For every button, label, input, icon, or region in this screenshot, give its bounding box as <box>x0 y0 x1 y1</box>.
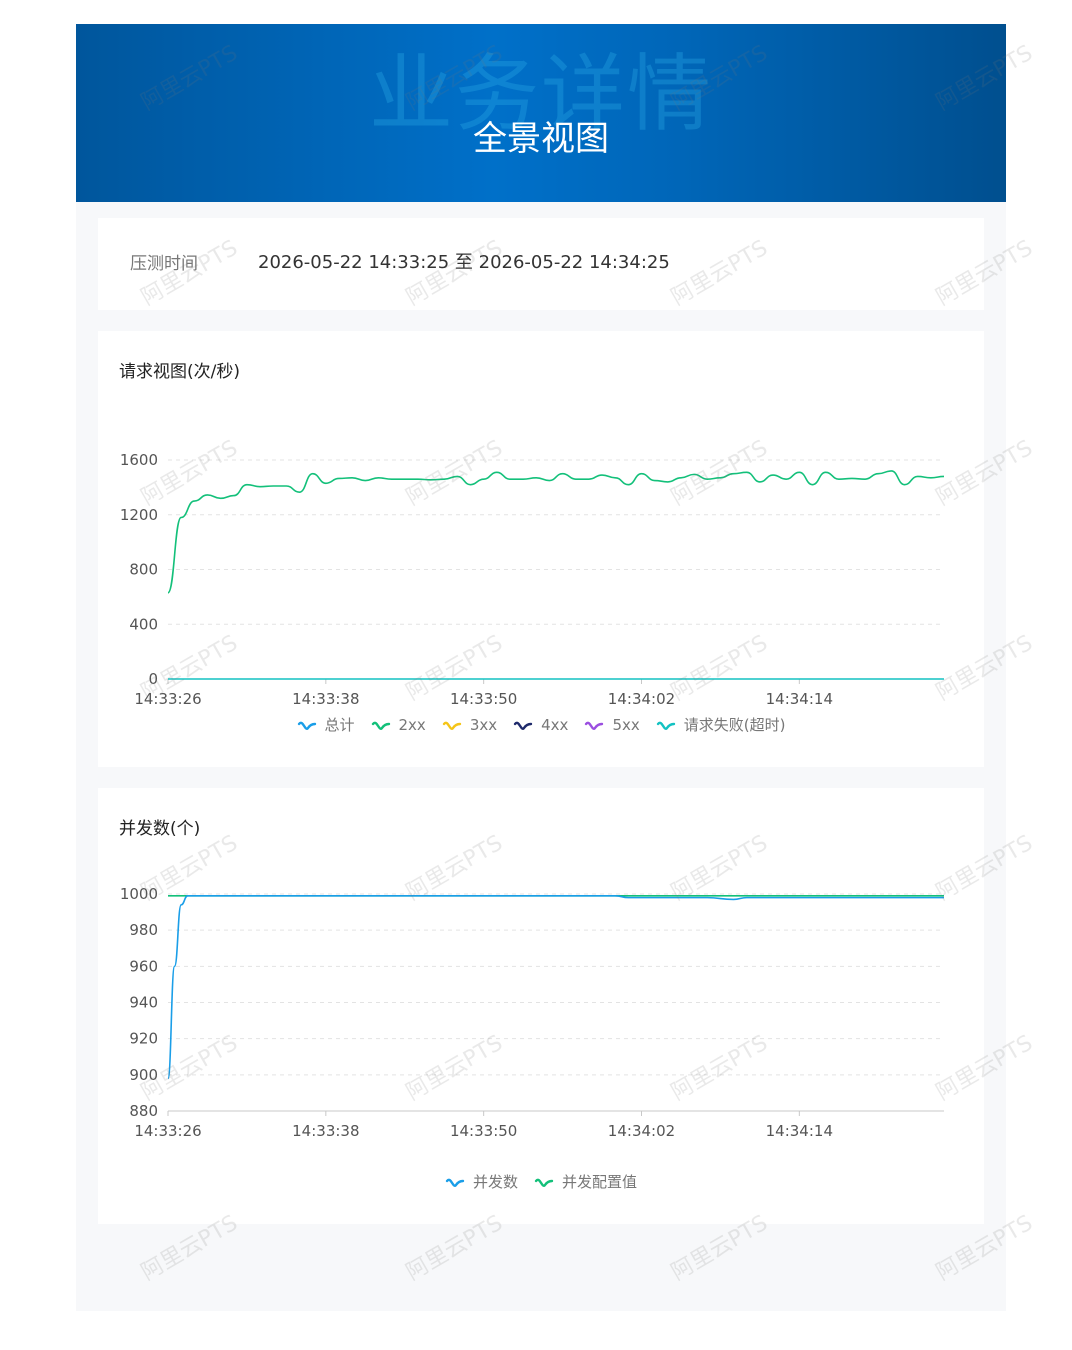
concurrency-y-tick-label: 980 <box>129 921 158 939</box>
request-x-tick-label: 14:33:50 <box>450 690 517 708</box>
request-chart-card: 请求视图(次/秒) 0 400 800 1200 1600 14:33:26 14:33:3… <box>98 331 984 767</box>
request-y-tick-label: 1200 <box>120 506 158 524</box>
request-legend-item[interactable]: 5xx <box>584 716 640 734</box>
request-x-tick-label: 14:33:38 <box>292 690 359 708</box>
concurrency-chart-legend: 并发数 并发配置值 <box>98 1171 984 1192</box>
request-x-tick-label: 14:33:26 <box>134 690 201 708</box>
concurrency-y-tick-label: 900 <box>129 1066 158 1084</box>
concurrency-legend-item[interactable]: 并发配置值 <box>534 1171 637 1192</box>
request-legend-item[interactable]: 3xx <box>442 716 497 734</box>
request-y-tick-label: 1600 <box>120 451 158 469</box>
request-chart-legend: 总计 2xx 3xx 4xx 5xx 请求失败(超时) <box>98 714 984 735</box>
request-legend-label: 4xx <box>541 716 569 734</box>
request-y-tick-label: 800 <box>129 561 158 579</box>
concurrency-legend-label: 并发数 <box>472 1173 518 1191</box>
legend-wave-icon <box>442 721 462 730</box>
legend-wave-icon <box>513 721 533 730</box>
request-series-line-2xx <box>167 470 945 594</box>
request-y-tick-label: 0 <box>148 670 158 688</box>
banner-title: 全景视图 <box>473 119 609 159</box>
request-legend-item[interactable]: 2xx <box>371 716 426 734</box>
request-x-tick-label: 14:34:14 <box>766 690 833 708</box>
legend-wave-icon <box>534 1178 554 1187</box>
legend-wave-icon <box>585 721 604 730</box>
concurrency-x-tick-label: 14:33:26 <box>134 1122 201 1140</box>
request-y-tick-label: 400 <box>129 615 158 633</box>
concurrency-y-tick-label: 1000 <box>120 885 158 903</box>
concurrency-x-tick-label: 14:33:50 <box>450 1122 517 1140</box>
request-legend-item[interactable]: 4xx <box>513 716 568 734</box>
request-legend-item[interactable]: 请求失败(超时) <box>656 714 786 735</box>
request-legend-label: 2xx <box>398 716 426 734</box>
legend-wave-icon <box>371 721 390 730</box>
test-time-label: 压测时间 <box>130 254 198 274</box>
concurrency-y-tick-label: 960 <box>129 957 158 975</box>
legend-wave-icon <box>445 1178 465 1187</box>
concurrency-chart-card: 并发数(个) 880 900 920 940 960 980 1000 14:33:26 14:… <box>98 788 984 1224</box>
concurrency-y-tick-label: 920 <box>129 1030 158 1048</box>
test-time-card: 压测时间 2026-05-22 14:33:25 至 2026-05-22 14… <box>98 218 984 310</box>
legend-wave-icon <box>297 721 316 730</box>
report-page: 业务详情 全景视图 压测时间 2026-05-22 14:33:25 至 202… <box>76 24 1006 1311</box>
banner-header: 业务详情 全景视图 <box>76 24 1006 202</box>
test-time-value: 2026-05-22 14:33:25 至 2026-05-22 14:34:2… <box>258 252 670 273</box>
request-chart: 0 400 800 1200 1600 14:33:26 14:33:38 14:33:50 1… <box>120 451 945 708</box>
request-legend-label: 5xx <box>612 716 640 734</box>
concurrency-series-line-并发数 <box>167 895 944 1080</box>
concurrency-chart: 880 900 920 940 960 980 1000 14:33:26 14:33:38 14… <box>120 885 944 1140</box>
concurrency-x-tick-label: 14:33:38 <box>292 1122 359 1140</box>
concurrency-y-tick-label: 880 <box>129 1102 158 1120</box>
concurrency-x-tick-label: 14:34:14 <box>766 1122 833 1140</box>
concurrency-y-tick-label: 940 <box>129 994 158 1012</box>
concurrency-legend-label: 并发配置值 <box>562 1173 638 1191</box>
request-legend-label: 3xx <box>469 716 498 734</box>
concurrency-x-tick-label: 14:34:02 <box>608 1122 675 1140</box>
request-legend-label: 总计 <box>324 716 355 734</box>
legend-wave-icon <box>656 721 675 730</box>
request-x-tick-label: 14:34:02 <box>608 690 675 708</box>
request-legend-label: 请求失败(超时) <box>683 716 786 734</box>
request-legend-item[interactable]: 总计 <box>297 714 355 735</box>
concurrency-legend-item[interactable]: 并发数 <box>445 1171 518 1192</box>
